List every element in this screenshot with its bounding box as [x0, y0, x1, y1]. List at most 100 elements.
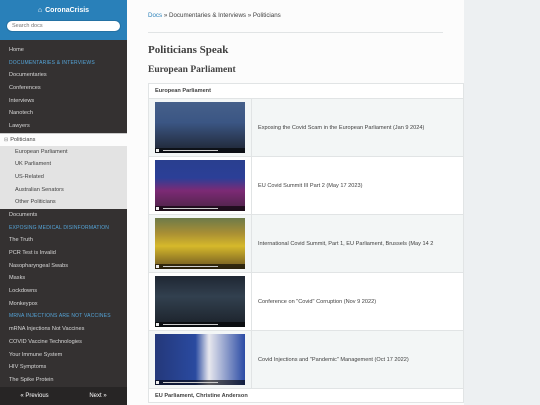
- nav-label: European Parliament: [15, 148, 68, 155]
- video-player[interactable]: [155, 334, 245, 385]
- progress-bar[interactable]: [163, 324, 218, 325]
- nav-item-politicians[interactable]: ⊟ Politicians: [0, 132, 127, 146]
- nav-label: Your Immune System: [9, 351, 63, 358]
- nav-item-mrna-injections-not-vaccines[interactable]: mRNA Injections Not Vaccines: [0, 323, 127, 336]
- next-button[interactable]: Next »: [89, 393, 106, 399]
- page-title: Politicians Speak: [148, 44, 229, 56]
- search-input[interactable]: [6, 20, 121, 32]
- nav-label: Interviews: [9, 97, 35, 104]
- previous-button[interactable]: « Previous: [20, 393, 48, 399]
- home-icon: ⌂: [37, 6, 43, 14]
- progress-bar[interactable]: [163, 382, 218, 383]
- nav-item-home[interactable]: Home: [0, 44, 127, 57]
- nav-label: Masks: [9, 275, 26, 282]
- nav-label: Politicians: [10, 136, 36, 143]
- nav-label: Home: [9, 47, 24, 53]
- nav-subitem-european-parliament[interactable]: European Parliament: [0, 145, 127, 159]
- table-row: Exposing the Covid Scam in the European …: [148, 98, 464, 157]
- video-player[interactable]: [155, 218, 245, 269]
- video-controls[interactable]: [155, 148, 245, 153]
- play-icon[interactable]: [156, 207, 159, 210]
- video-title: Exposing the Covid Scam in the European …: [251, 98, 464, 157]
- nav-label: DOCUMENTARIES & INTERVIEWS: [9, 59, 95, 66]
- nav-subitem-australian-senators[interactable]: Australian Senators: [0, 183, 127, 197]
- play-icon[interactable]: [156, 149, 159, 152]
- nav-item-lawyers[interactable]: Lawyers: [0, 120, 127, 133]
- nav-item-documentaries[interactable]: Documentaries: [0, 69, 127, 82]
- nav-item-hiv-symptoms[interactable]: HIV Symptoms: [0, 361, 127, 374]
- nav-item-lockdowns[interactable]: Lockdowns: [0, 285, 127, 298]
- nav-label: The Truth: [9, 237, 33, 244]
- video-title: EU Covid Summit III Part 2 (May 17 2023): [251, 156, 464, 215]
- nav-item-masks[interactable]: Masks: [0, 272, 127, 285]
- progress-bar[interactable]: [163, 150, 218, 151]
- video-player[interactable]: [155, 102, 245, 153]
- nav-label: HIV Symptoms: [9, 364, 47, 371]
- nav-label: Lockdowns: [9, 288, 37, 295]
- breadcrumb: Docs » Documentaries & Interviews » Poli…: [148, 12, 464, 22]
- brand-link[interactable]: ⌂ CoronaCrisis: [0, 4, 127, 16]
- nav-caption-documentaries-interviews: DOCUMENTARIES & INTERVIEWS: [0, 57, 127, 70]
- collapse-toggle-icon[interactable]: ⊟: [4, 137, 8, 143]
- progress-bar[interactable]: [163, 208, 218, 209]
- play-icon[interactable]: [156, 265, 159, 268]
- nav-item-documents[interactable]: Documents: [0, 209, 127, 222]
- video-player[interactable]: [155, 276, 245, 327]
- nav-label: Australian Senators: [15, 186, 64, 193]
- nav-item-the-truth[interactable]: The Truth: [0, 234, 127, 247]
- breadcrumb-docs-link[interactable]: Docs: [148, 12, 162, 19]
- breadcrumb-separator: »: [246, 12, 253, 19]
- nav-item-nasopharyngeal-swabs[interactable]: Nasopharyngeal Swabs: [0, 260, 127, 273]
- nav-item-conferences[interactable]: Conferences: [0, 82, 127, 95]
- pager: « Previous Next »: [0, 387, 127, 405]
- nav-label: Lawyers: [9, 123, 30, 130]
- section-title: European Parliament: [148, 65, 236, 75]
- nav-item-monkeypox[interactable]: Monkeypox: [0, 298, 127, 311]
- video-title: International Covid Summit, Part 1, EU P…: [251, 214, 464, 273]
- video-controls[interactable]: [155, 322, 245, 327]
- play-icon[interactable]: [156, 323, 159, 326]
- nav-caption-mrna-injections-are-not-vaccines: MRNA INJECTIONS ARE NOT VACCINES: [0, 310, 127, 323]
- nav-item-nanotech[interactable]: Nanotech: [0, 107, 127, 120]
- nav-caption-exposing-medical-disinformation: EXPOSING MEDICAL DISINFORMATION: [0, 222, 127, 235]
- sidebar: ⌂ CoronaCrisis Home DOCUMENTARIES & INTER…: [0, 0, 127, 405]
- brand-name: CoronaCrisis: [45, 6, 90, 14]
- video-player[interactable]: [155, 160, 245, 211]
- table-row: EU Covid Summit III Part 2 (May 17 2023): [148, 156, 464, 215]
- nav-item-covid-vaccine-technologies[interactable]: COVID Vaccine Technologies: [0, 336, 127, 349]
- nav-subitem-uk-parliament[interactable]: UK Parliament: [0, 158, 127, 171]
- nav-label: MRNA INJECTIONS ARE NOT VACCINES: [9, 313, 111, 320]
- nav-label: Nanotech: [9, 110, 33, 117]
- play-icon[interactable]: [156, 381, 159, 384]
- nav-label: EXPOSING MEDICAL DISINFORMATION: [9, 224, 110, 231]
- nav-item-your-immune-system[interactable]: Your Immune System: [0, 349, 127, 362]
- breadcrumb-current: Politicians: [252, 12, 281, 19]
- table-row: Covid Injections and "Pandemic" Manageme…: [148, 330, 464, 389]
- breadcrumb-level1: Documentaries & Interviews: [169, 12, 247, 19]
- sidebar-header: ⌂ CoronaCrisis: [0, 0, 127, 40]
- nav-label: Documentaries: [9, 72, 47, 79]
- nav-subitem-us-related[interactable]: US-Related: [0, 170, 127, 184]
- nav-item-pcr-test-is-invalid[interactable]: PCR Test is Invalid: [0, 247, 127, 260]
- divider: [148, 32, 443, 33]
- nav-label: PCR Test is Invalid: [9, 250, 56, 256]
- sidebar-nav: Home DOCUMENTARIES & INTERVIEWS Documentar…: [0, 40, 127, 387]
- progress-bar[interactable]: [163, 266, 218, 267]
- nav-item-interviews[interactable]: Interviews: [0, 95, 127, 108]
- table-row: Conference on "Covid" Corruption (Nov 9 …: [148, 272, 464, 331]
- table-header: European Parliament: [148, 83, 464, 99]
- table-row: International Covid Summit, Part 1, EU P…: [148, 214, 464, 273]
- nav-label: US-Related: [15, 173, 44, 180]
- nav-subitem-other-politicians[interactable]: Other Politicians: [0, 196, 127, 209]
- video-controls[interactable]: [155, 380, 245, 385]
- video-table: European Parliament Exposing the Covid S…: [148, 83, 464, 403]
- nav-label: mRNA Injections Not Vaccines: [9, 326, 85, 333]
- page-margin: [464, 0, 540, 405]
- video-controls[interactable]: [155, 206, 245, 211]
- video-title: Conference on "Covid" Corruption (Nov 9 …: [251, 272, 464, 331]
- breadcrumb-separator: »: [162, 12, 169, 19]
- video-controls[interactable]: [155, 264, 245, 269]
- nav-label: UK Parliament: [15, 161, 52, 168]
- nav-label: Documents: [9, 211, 38, 218]
- nav-item-the-spike-protein[interactable]: The Spike Protein: [0, 374, 127, 387]
